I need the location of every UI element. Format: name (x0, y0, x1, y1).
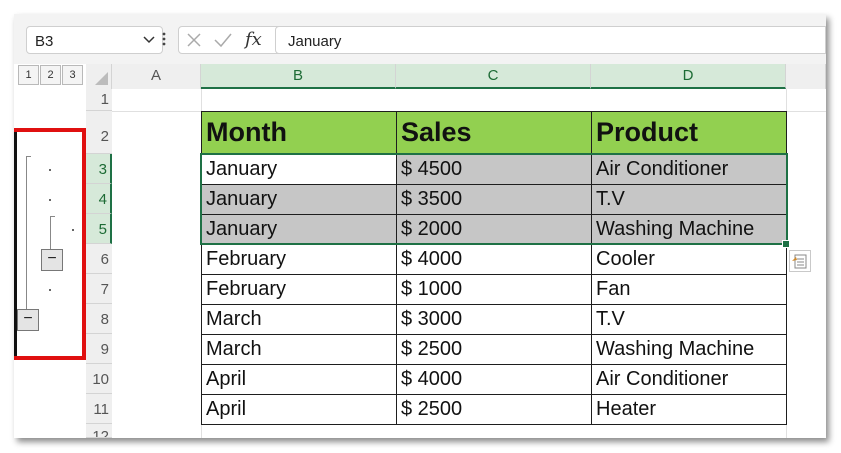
outline-row-dot (72, 229, 74, 231)
collapse-subgroup-button[interactable]: − (41, 249, 63, 271)
table-cell[interactable]: T.V (591, 304, 787, 335)
formula-bar: B3 fx January (14, 14, 826, 64)
more-options-icon[interactable] (162, 32, 166, 46)
name-box-value: B3 (35, 33, 54, 50)
table-cell[interactable]: $ 4500 (396, 154, 592, 185)
header-cell-month[interactable]: Month (201, 111, 397, 155)
table-cell[interactable]: $ 1000 (396, 274, 592, 305)
row-header-11[interactable]: 11 (86, 394, 112, 424)
row-header-5[interactable]: 5 (86, 214, 112, 244)
outline-subgroup-bracket (50, 216, 55, 217)
outline-level-2-button[interactable]: 2 (40, 65, 61, 85)
row-header-12[interactable]: 12 (86, 424, 112, 438)
table-cell[interactable]: $ 4000 (396, 244, 592, 275)
table-cell[interactable]: Air Conditioner (591, 154, 787, 185)
row-header-6[interactable]: 6 (86, 244, 112, 274)
column-header-b[interactable]: B (201, 64, 396, 89)
table-cell[interactable]: January (201, 154, 397, 185)
fill-handle[interactable] (782, 240, 790, 248)
header-cell-sales[interactable]: Sales (396, 111, 592, 155)
outline-level-1-button[interactable]: 1 (18, 65, 39, 85)
table-cell[interactable]: March (201, 304, 397, 335)
row-header-3[interactable]: 3 (86, 154, 112, 184)
formula-buttons: fx (178, 26, 284, 54)
table-cell[interactable]: $ 2500 (396, 394, 592, 425)
table-cell[interactable]: April (201, 394, 397, 425)
table-cell[interactable]: Washing Machine (591, 214, 787, 245)
column-header-a[interactable]: A (112, 64, 201, 89)
table-cell[interactable]: $ 3500 (396, 184, 592, 215)
table-cell[interactable]: Air Conditioner (591, 364, 787, 395)
table-cell[interactable]: $ 2500 (396, 334, 592, 365)
row-header-9[interactable]: 9 (86, 334, 112, 364)
select-all-triangle-icon (95, 72, 108, 85)
outline-subgroup-bracket (50, 216, 51, 250)
row-header-4[interactable]: 4 (86, 184, 112, 214)
table-cell[interactable]: Cooler (591, 244, 787, 275)
row-header-1[interactable]: 1 (86, 89, 112, 111)
row-header-2[interactable]: 2 (86, 111, 112, 154)
table-cell[interactable]: January (201, 214, 397, 245)
collapse-group-button[interactable]: − (17, 309, 39, 331)
table-cell[interactable]: $ 2000 (396, 214, 592, 245)
table-cell[interactable]: $ 4000 (396, 364, 592, 395)
outline-group-bracket (26, 156, 27, 316)
row-header-8[interactable]: 8 (86, 304, 112, 334)
row-header-10[interactable]: 10 (86, 364, 112, 394)
table-cell[interactable]: Fan (591, 274, 787, 305)
outline-row-dot (49, 289, 51, 291)
quick-analysis-icon (792, 254, 807, 269)
table-cell[interactable]: T.V (591, 184, 787, 215)
select-all-corner[interactable] (86, 64, 112, 89)
table-cell[interactable]: April (201, 364, 397, 395)
table-cell[interactable]: March (201, 334, 397, 365)
row-header-7[interactable]: 7 (86, 274, 112, 304)
outline-row-dot (49, 199, 51, 201)
column-header-e[interactable] (786, 64, 826, 89)
table-cell[interactable]: Washing Machine (591, 334, 787, 365)
formula-input[interactable]: January (275, 26, 826, 54)
header-cell-product[interactable]: Product (591, 111, 787, 155)
outline-level-3-button[interactable]: 3 (62, 65, 83, 85)
name-box[interactable]: B3 (26, 26, 163, 54)
quick-analysis-button[interactable] (789, 250, 811, 272)
outline-row-dot (49, 169, 51, 171)
column-header-c[interactable]: C (396, 64, 591, 89)
cancel-icon[interactable] (185, 31, 203, 54)
table-cell[interactable]: February (201, 244, 397, 275)
outline-group-bracket (26, 156, 31, 157)
table-cell[interactable]: January (201, 184, 397, 215)
formula-content: January (288, 33, 342, 50)
table-cell[interactable]: February (201, 274, 397, 305)
chevron-down-icon[interactable] (143, 36, 155, 44)
enter-check-icon[interactable] (213, 31, 233, 54)
insert-function-icon[interactable]: fx (245, 29, 262, 50)
excel-window: B3 fx January 1 2 3 A B C D 1 2 3 4 5 6 … (14, 14, 826, 438)
column-header-d[interactable]: D (591, 64, 786, 89)
table-cell[interactable]: $ 3000 (396, 304, 592, 335)
table-cell[interactable]: Heater (591, 394, 787, 425)
